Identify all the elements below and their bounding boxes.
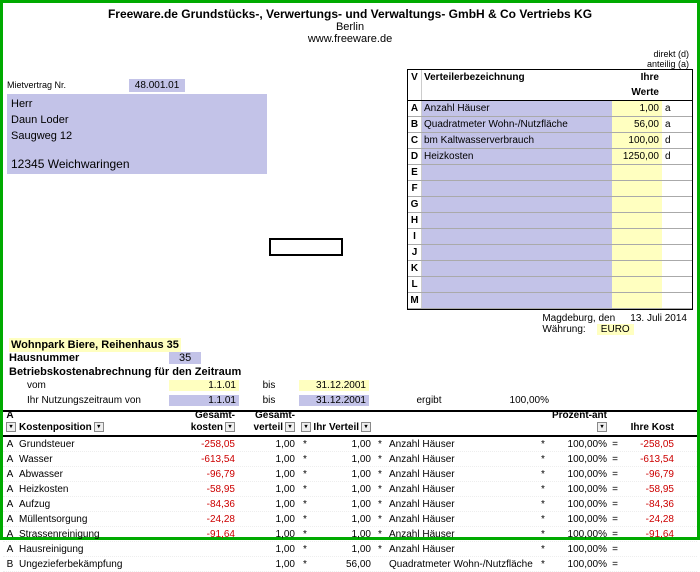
- verteiler-table: V Verteilerbezeichnung Ihre Werte AAnzah…: [407, 69, 693, 310]
- company-name: Freeware.de Grundstücks-, Verwertungs- u…: [3, 7, 697, 21]
- col-ihrverteil[interactable]: Ihr Verteil▾: [313, 422, 373, 435]
- verteiler-row[interactable]: Cbm Kaltwasserverbrauch100,00d: [408, 133, 692, 149]
- contract-label: Mietvertrag Nr.: [7, 80, 66, 90]
- col-position[interactable]: Kostenposition▾: [17, 422, 167, 435]
- usage-from[interactable]: 1.1.01: [169, 395, 239, 406]
- hausnr-label: Hausnummer: [9, 352, 169, 364]
- company-city: Berlin: [3, 21, 697, 33]
- date-value[interactable]: 13. Juli 2014: [626, 313, 691, 324]
- period-from[interactable]: 1.1.01: [169, 380, 239, 391]
- verteiler-row[interactable]: BQuadratmeter Wohn-/Nutzfläche56,00a: [408, 117, 692, 133]
- addr-name: Daun Loder: [11, 112, 263, 128]
- period-from-label: vom: [9, 380, 169, 391]
- verteiler-row[interactable]: L: [408, 277, 692, 293]
- addr-street: Saugweg 12: [11, 128, 263, 144]
- cost-row[interactable]: AGrundsteuer-258,051,00*1,00*Anzahl Häus…: [3, 437, 697, 452]
- filter-icon[interactable]: ▾: [6, 422, 16, 432]
- city-date-label: Magdeburg, den: [542, 313, 615, 324]
- filter-icon[interactable]: ▾: [361, 422, 371, 432]
- direkt-label: direkt (d): [653, 49, 689, 59]
- addr-salutation: Herr: [11, 96, 263, 112]
- period-bis2: bis: [239, 395, 299, 406]
- addr-city: 12345 Weichwaringen: [11, 156, 263, 172]
- hausnr-value[interactable]: 35: [169, 352, 201, 364]
- verteiler-row[interactable]: E: [408, 165, 692, 181]
- percent-value: 100,00%: [489, 395, 549, 406]
- verteiler-row[interactable]: AAnzahl Häuser1,00a: [408, 101, 692, 117]
- usage-from-label: Ihr Nutzungszeitraum von: [9, 395, 169, 406]
- col-v: V: [408, 70, 422, 100]
- verteiler-row[interactable]: J: [408, 245, 692, 261]
- period-to[interactable]: 31.12.2001: [299, 380, 369, 391]
- cost-table: A▾ Kostenposition▾ Gesamt-kosten▾ Gesamt…: [3, 410, 697, 572]
- col-ihrekosten[interactable]: Ihre Kost: [621, 422, 676, 435]
- verteiler-row[interactable]: I: [408, 229, 692, 245]
- contract-number[interactable]: 48.001.01: [129, 79, 186, 92]
- anteilig-label: anteilig (a): [647, 59, 689, 69]
- col-gesamtverteil[interactable]: Gesamt-verteil▾: [237, 410, 297, 435]
- filter-icon[interactable]: ▾: [301, 422, 311, 432]
- ergibt-label: ergibt: [369, 395, 489, 406]
- col-val: Ihre Werte: [612, 70, 662, 100]
- cost-row[interactable]: BUngezieferbekämpfung1,00*56,00Quadratme…: [3, 557, 697, 572]
- verteiler-row[interactable]: K: [408, 261, 692, 277]
- cost-row[interactable]: AMüllentsorgung-24,281,00*1,00*Anzahl Hä…: [3, 512, 697, 527]
- cost-row[interactable]: AAbwasser-96,791,00*1,00*Anzahl Häuser*1…: [3, 467, 697, 482]
- currency-label: Währung:: [542, 324, 585, 335]
- cost-row[interactable]: AAufzug-84,361,00*1,00*Anzahl Häuser*100…: [3, 497, 697, 512]
- cost-row[interactable]: AWasser-613,541,00*1,00*Anzahl Häuser*10…: [3, 452, 697, 467]
- period-bis1: bis: [239, 380, 299, 391]
- active-cell-cursor[interactable]: [269, 238, 343, 256]
- usage-to[interactable]: 31.12.2001: [299, 395, 369, 406]
- verteiler-row[interactable]: M: [408, 293, 692, 309]
- property-name[interactable]: Wohnpark Biere, Reihenhaus 35: [9, 338, 181, 352]
- cost-row[interactable]: AHausreinigung1,00*1,00*Anzahl Häuser*10…: [3, 542, 697, 557]
- address-block[interactable]: Herr Daun Loder Saugweg 12 12345 Weichwa…: [7, 94, 267, 174]
- col-gesamtkosten[interactable]: Gesamt-kosten▾: [167, 410, 237, 435]
- verteiler-row[interactable]: F: [408, 181, 692, 197]
- col-prozent[interactable]: Prozent-ant▾: [549, 410, 609, 435]
- filter-icon[interactable]: ▾: [94, 422, 104, 432]
- col-name: Verteilerbezeichnung: [422, 70, 612, 100]
- period-title: Betriebskostenabrechnung für den Zeitrau…: [9, 366, 691, 378]
- company-url: www.freeware.de: [3, 33, 697, 45]
- filter-icon[interactable]: ▾: [225, 422, 235, 432]
- filter-icon[interactable]: ▾: [285, 422, 295, 432]
- col-a[interactable]: A▾: [3, 410, 17, 435]
- currency-value[interactable]: EURO: [597, 324, 634, 335]
- cost-row[interactable]: AHeizkosten-58,951,00*1,00*Anzahl Häuser…: [3, 482, 697, 497]
- verteiler-row[interactable]: G: [408, 197, 692, 213]
- verteiler-row[interactable]: DHeizkosten1250,00d: [408, 149, 692, 165]
- filter-icon[interactable]: ▾: [597, 422, 607, 432]
- verteiler-row[interactable]: H: [408, 213, 692, 229]
